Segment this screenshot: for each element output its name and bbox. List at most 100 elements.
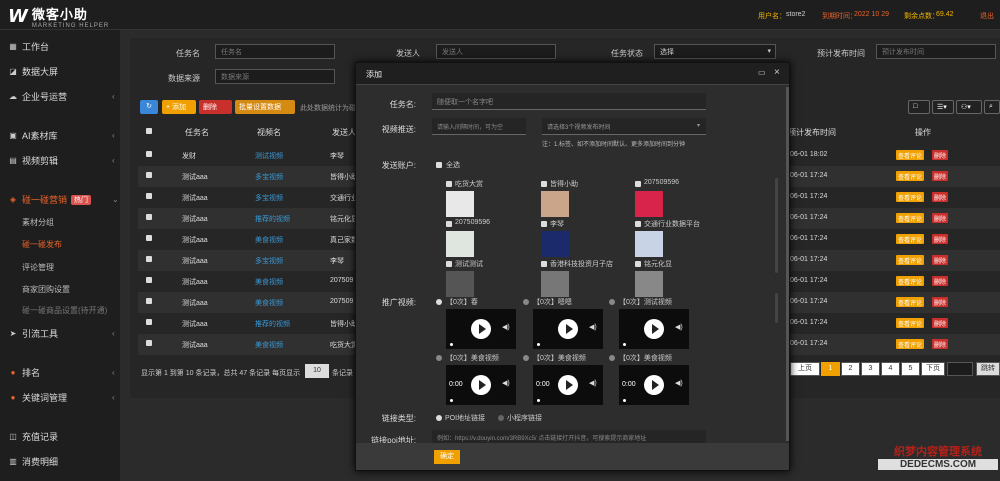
volume-icon[interactable]: ◀) [589, 379, 597, 387]
col-video-name[interactable]: 视频名 [257, 127, 281, 138]
view-comments-button[interactable]: 查看评论 [896, 339, 925, 349]
account-checkbox[interactable] [446, 221, 452, 227]
view-comments-button[interactable]: 查看评论 [896, 276, 925, 286]
seek-handle[interactable] [450, 343, 453, 346]
view-comments-button[interactable]: 查看评论 [896, 297, 925, 307]
refresh-button[interactable]: ↻ [140, 100, 158, 114]
sidebar-item-consumption[interactable]: ▥ 消费明细 [8, 455, 58, 468]
modal-url-input[interactable]: 例如：https://v.douyin.com/3RB9Xc5/ 点击链接打开抖… [432, 430, 706, 444]
account-checkbox[interactable] [446, 261, 452, 267]
select-all-accounts-checkbox[interactable] [436, 162, 442, 168]
play-icon[interactable] [644, 319, 664, 339]
row-delete-button[interactable]: 删除 [932, 213, 949, 223]
sidebar-item-rank[interactable]: ● 排名 ‹ [8, 366, 115, 379]
row-video[interactable]: 美食视频 [255, 235, 283, 245]
list-view-button[interactable]: ☰▾ [932, 100, 954, 114]
view-comments-button[interactable]: 查看评论 [896, 213, 925, 223]
seek-handle[interactable] [623, 399, 626, 402]
row-checkbox[interactable] [146, 214, 152, 220]
export-button[interactable]: ⚇▾ [956, 100, 982, 114]
sidebar-item-video-edit[interactable]: ▤ 视频剪辑 ‹ [8, 154, 114, 167]
play-icon[interactable] [558, 375, 578, 395]
row-delete-button[interactable]: 删除 [932, 171, 949, 181]
account-checkbox[interactable] [541, 261, 547, 267]
sidebar-sub-material-group[interactable]: 素材分组 [22, 217, 54, 228]
video-radio[interactable] [436, 355, 442, 361]
account-checkbox[interactable] [541, 181, 547, 187]
view-comments-button[interactable]: 查看评论 [896, 150, 925, 160]
delete-button[interactable]: 删除 [199, 100, 232, 114]
video-player[interactable]: ◀) 0:00 [533, 365, 603, 405]
view-comments-button[interactable]: 查看评论 [896, 255, 925, 265]
account-checkbox[interactable] [446, 181, 452, 187]
account-checkbox[interactable] [635, 221, 641, 227]
page-1[interactable]: 1 [821, 362, 840, 376]
sidebar-item-traffic-tools[interactable]: ➤ 引流工具 ‹ [8, 327, 115, 340]
play-icon[interactable] [471, 319, 491, 339]
task-name-input[interactable]: 任务名 [215, 44, 335, 59]
modal-task-input[interactable]: 随便取一个名字吧 [432, 93, 706, 110]
video-player[interactable]: ◀) [446, 309, 516, 349]
video-radio[interactable] [609, 355, 615, 361]
row-checkbox[interactable] [146, 256, 152, 262]
sidebar-sub-comments[interactable]: 评论管理 [22, 262, 54, 273]
row-video[interactable]: 测试视频 [255, 151, 283, 161]
page-jump-button[interactable]: 跳转 [976, 362, 1000, 376]
row-video[interactable]: 推荐的视频 [255, 214, 290, 224]
row-checkbox[interactable] [146, 340, 152, 346]
col-publish-time[interactable]: 预计发布时间 [788, 127, 836, 138]
video-radio[interactable] [523, 355, 529, 361]
view-comments-button[interactable]: 查看评论 [896, 234, 925, 244]
modal-outer-scrollbar[interactable] [786, 87, 789, 441]
volume-icon[interactable]: ◀) [502, 379, 510, 387]
view-comments-button[interactable]: 查看评论 [896, 318, 925, 328]
view-comments-button[interactable]: 查看评论 [896, 192, 925, 202]
page-size-select[interactable]: 10 [305, 364, 329, 378]
row-video[interactable]: 多宝视频 [255, 256, 283, 266]
row-checkbox[interactable] [146, 172, 152, 178]
seek-handle[interactable] [537, 343, 540, 346]
account-checkbox[interactable] [541, 221, 547, 227]
col-sender[interactable]: 发送人 [332, 127, 356, 138]
modal-scrollbar-2[interactable] [775, 293, 778, 323]
select-all-checkbox[interactable] [146, 128, 152, 134]
account-checkbox[interactable] [635, 181, 641, 187]
status-select[interactable]: 选择 ▾ [654, 44, 776, 59]
sidebar-item-enterprise[interactable]: ☁ 企业号运营 ‹ [8, 90, 115, 103]
page-next[interactable]: 下页 [921, 362, 945, 376]
sidebar-item-tap-marketing[interactable]: ◈ 碰一碰营销 热门 ⌄ [8, 193, 119, 206]
play-icon[interactable] [471, 375, 491, 395]
time-input[interactable]: 预计发布时间 [876, 44, 996, 59]
volume-icon[interactable]: ◀) [675, 379, 683, 387]
row-delete-button[interactable]: 删除 [932, 339, 949, 349]
row-delete-button[interactable]: 删除 [932, 276, 949, 286]
row-delete-button[interactable]: 删除 [932, 192, 949, 202]
sidebar-item-ai-library[interactable]: ▣ AI素材库 ‹ [8, 129, 114, 142]
row-video[interactable]: 多宝视频 [255, 193, 283, 203]
columns-toggle-button[interactable]: □ [908, 100, 930, 114]
row-video[interactable]: 推荐的视频 [255, 319, 290, 329]
logout-link[interactable]: 退出 [980, 11, 994, 21]
sender-input[interactable]: 发送人 [436, 44, 556, 59]
page-prev[interactable]: 上页 [790, 362, 820, 376]
row-checkbox[interactable] [146, 235, 152, 241]
sidebar-item-dashboard[interactable]: ◪ 数据大屏 [8, 65, 58, 78]
row-checkbox[interactable] [146, 298, 152, 304]
play-icon[interactable] [644, 375, 664, 395]
video-radio[interactable] [609, 299, 615, 305]
row-delete-button[interactable]: 删除 [932, 297, 949, 307]
row-delete-button[interactable]: 删除 [932, 318, 949, 328]
close-icon[interactable]: × [774, 67, 780, 78]
row-video[interactable]: 美食视频 [255, 298, 283, 308]
page-3[interactable]: 3 [861, 362, 880, 376]
minimize-icon[interactable]: ▭ [758, 68, 766, 77]
row-delete-button[interactable]: 删除 [932, 234, 949, 244]
sidebar-sub-tap-publish[interactable]: 碰一碰发布 [22, 239, 62, 250]
sidebar-item-workbench[interactable]: ▦ 工作台 [8, 40, 49, 53]
page-5[interactable]: 5 [901, 362, 920, 376]
page-4[interactable]: 4 [881, 362, 900, 376]
video-radio[interactable] [436, 299, 442, 305]
video-player[interactable]: ◀) [619, 309, 689, 349]
sidebar-item-keywords[interactable]: ● 关键词管理 ‹ [8, 391, 115, 404]
row-checkbox[interactable] [146, 193, 152, 199]
